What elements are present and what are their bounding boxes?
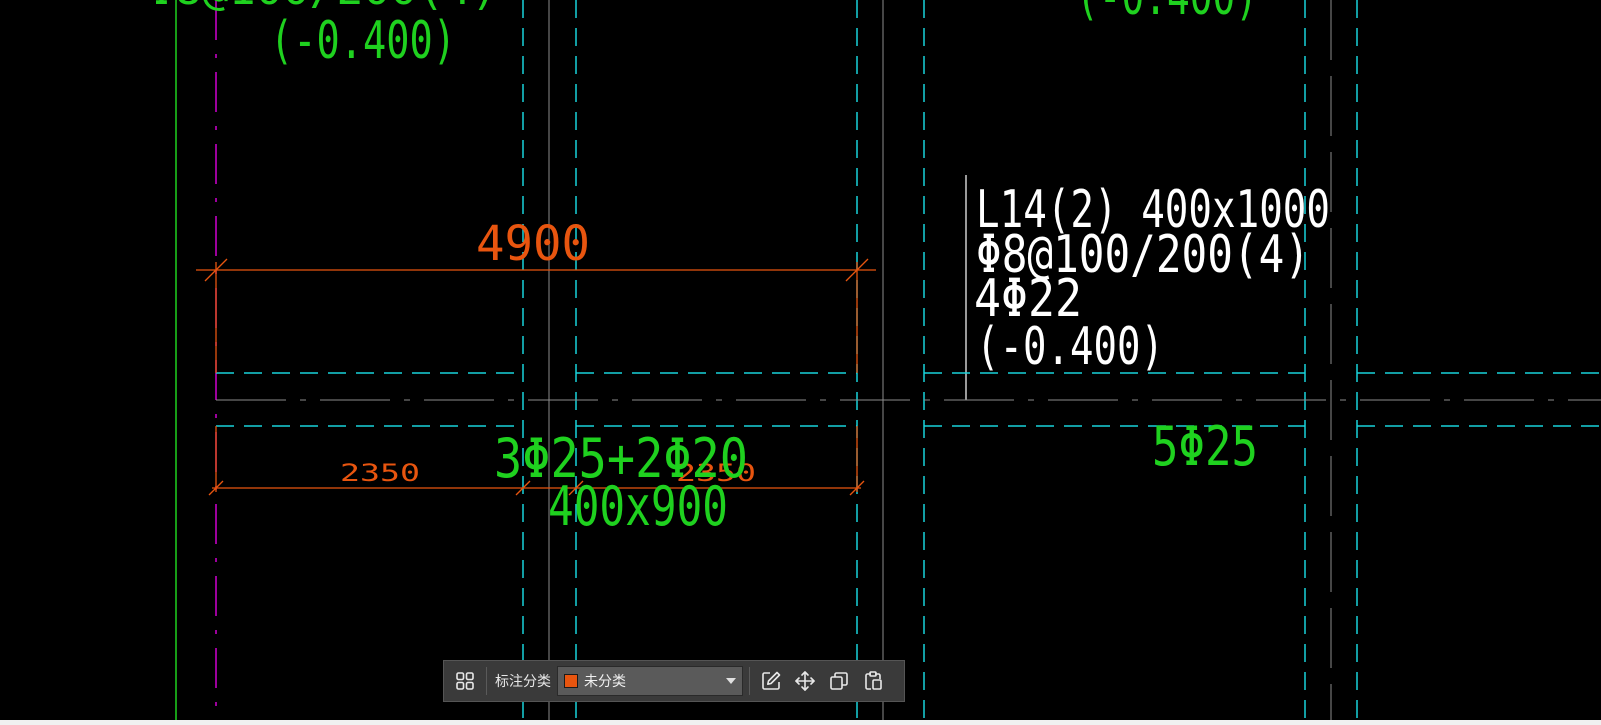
status-strip bbox=[0, 720, 1601, 725]
toolbar-separator bbox=[749, 667, 750, 695]
category-selected-value: 未分类 bbox=[584, 674, 626, 690]
cad-drawing[interactable]: Φ8@100/200(4) (-0.400) (-0.400) L14(2) 4… bbox=[0, 0, 1601, 725]
dim-bottom-left: 2350 bbox=[340, 459, 420, 487]
move-icon[interactable] bbox=[788, 664, 822, 698]
cad-canvas[interactable]: Φ8@100/200(4) (-0.400) (-0.400) L14(2) 4… bbox=[0, 0, 1601, 725]
paste-icon[interactable] bbox=[856, 664, 890, 698]
beam-right-reinforcement-text: 5Φ25 bbox=[1152, 415, 1258, 478]
beam-l14-elevation: (-0.400) bbox=[976, 317, 1164, 377]
toolbar-separator bbox=[486, 667, 487, 695]
annotation-category-select[interactable]: 未分类 bbox=[557, 666, 743, 696]
annotation-toolbar: 标注分类 未分类 bbox=[443, 660, 905, 702]
annotation-category-label: 标注分类 bbox=[495, 674, 551, 690]
category-color-swatch bbox=[564, 674, 578, 688]
grid-apps-icon[interactable] bbox=[448, 664, 482, 698]
top-right-elevation-text: (-0.400) bbox=[1076, 0, 1258, 27]
cyan-vertical-axes bbox=[522, 0, 1358, 720]
dim-total-4900: 4900 bbox=[476, 216, 590, 272]
copy-icon[interactable] bbox=[822, 664, 856, 698]
top-left-elevation-text: (-0.400) bbox=[270, 11, 456, 71]
edit-icon[interactable] bbox=[754, 664, 788, 698]
beam-size-text: 400x900 bbox=[548, 475, 728, 538]
chevron-down-icon bbox=[726, 678, 736, 684]
